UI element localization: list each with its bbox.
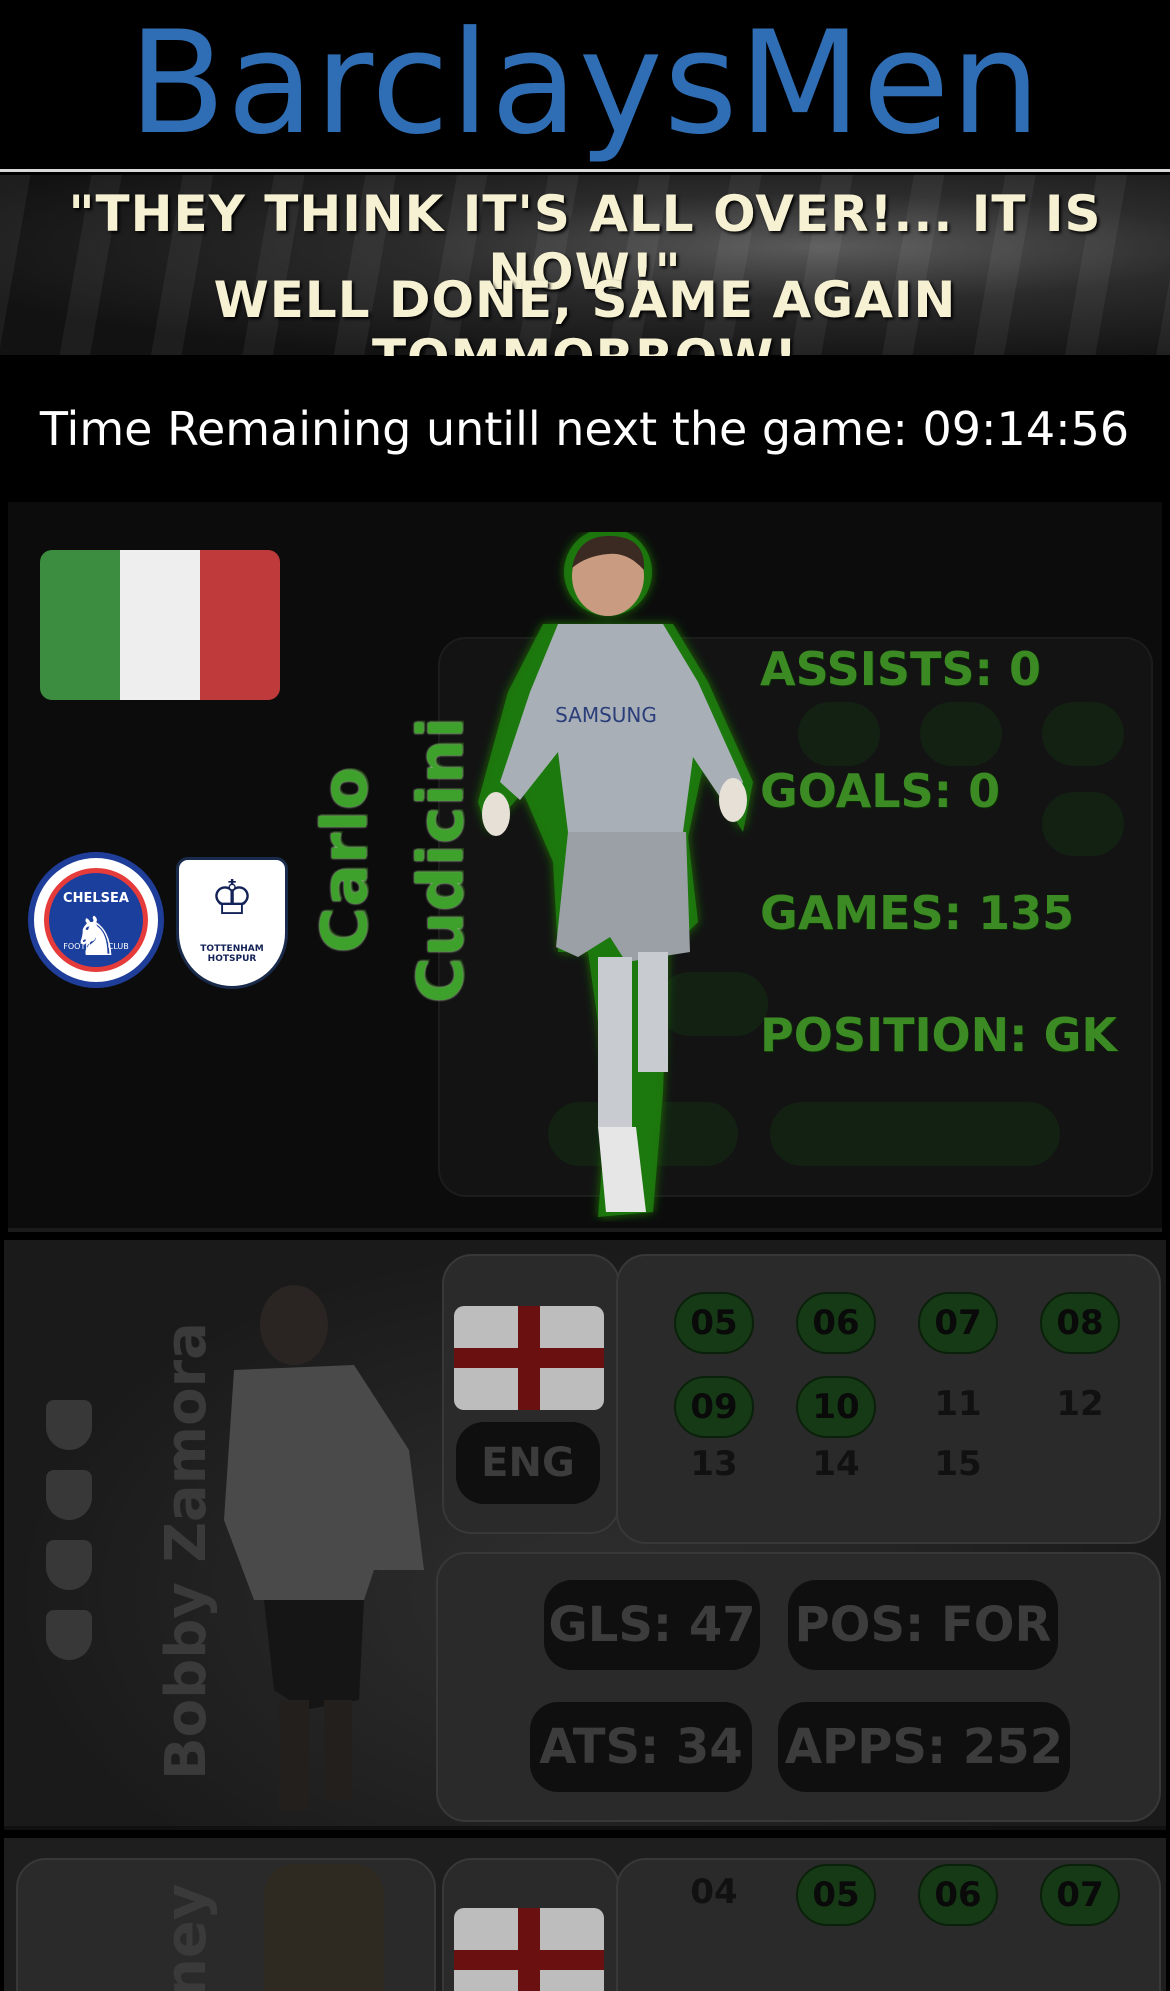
chelsea-crest-subtext: FOOTBALL CLUB [63, 942, 129, 951]
england-flag [454, 1908, 604, 1991]
club-crest-icon [46, 1540, 92, 1590]
chelsea-crest-text: CHELSEA [63, 891, 129, 906]
country-code: ENG [456, 1422, 600, 1504]
season-number: 15 [934, 1444, 982, 1484]
tottenham-crest-text: TOTTENHAM HOTSPUR [200, 944, 264, 964]
season-dot: 06 [796, 1292, 876, 1354]
season-number: 14 [812, 1444, 860, 1484]
season-number: 11 [934, 1384, 982, 1424]
club-crest-icon [46, 1610, 92, 1660]
stat-assists: ATS: 34 [530, 1702, 752, 1792]
player-name: ney [154, 1883, 219, 1991]
italy-flag [40, 550, 280, 700]
season-number: 13 [690, 1444, 738, 1484]
club-crest-icon [46, 1400, 92, 1450]
svg-text:SAMSUNG: SAMSUNG [555, 703, 657, 727]
countdown-box: Time Remaining untill next the game: 09:… [10, 356, 1159, 502]
chelsea-crest-icon: CHELSEA ♞ FOOTBALL CLUB [28, 852, 164, 988]
season-dot: 08 [1040, 1292, 1120, 1354]
stat-apps: APPS: 252 [778, 1702, 1070, 1792]
tottenham-crest-icon: ♔ TOTTENHAM HOTSPUR [176, 857, 288, 989]
site-header: BarclaysMen [0, 0, 1170, 172]
ghost-dot [920, 702, 1002, 766]
player-photo [224, 1285, 424, 1810]
countdown-text: Time Remaining untill next the game: 09:… [39, 402, 1130, 456]
stat-games: Games: 135 [760, 886, 1075, 940]
club-crest-icon [46, 1470, 92, 1520]
ghost-dot [1042, 792, 1124, 856]
result-banner: "They think it's all over!... It is now!… [0, 175, 1170, 387]
ghost-dot [770, 1102, 1060, 1166]
player-card[interactable]: ney 04 05 06 07 [4, 1838, 1166, 1991]
season-dot: 05 [674, 1292, 754, 1354]
ghost-dot [1042, 702, 1124, 766]
lion-icon: ♞ [71, 905, 121, 968]
cockerel-icon: ♔ [210, 870, 254, 926]
season-dot: 09 [674, 1376, 754, 1438]
stat-position: Position: GK [760, 1008, 1117, 1062]
brand-title[interactable]: BarclaysMen [0, 4, 1170, 164]
player-card[interactable]: Bobby Zamora ENG 05 06 07 08 09 10 11 12… [4, 1240, 1166, 1830]
ghost-dot [798, 702, 880, 766]
stat-goals: Goals: 0 [760, 764, 1001, 818]
stat-position: POS: FOR [788, 1580, 1058, 1670]
season-dot: 05 [796, 1864, 876, 1926]
featured-player-card: CHELSEA ♞ FOOTBALL CLUB ♔ TOTTENHAM HOTS… [8, 502, 1162, 1232]
season-number: 04 [690, 1872, 738, 1912]
season-dot: 10 [796, 1376, 876, 1438]
season-dot: 07 [918, 1292, 998, 1354]
england-flag [454, 1306, 604, 1410]
season-number: 12 [1056, 1384, 1104, 1424]
trophy-icon [264, 1864, 384, 1991]
player-photo: SAMSUNG [478, 532, 753, 1217]
season-dot: 06 [918, 1864, 998, 1926]
stat-assists: Assists: 0 [760, 642, 1041, 696]
season-dot: 07 [1040, 1864, 1120, 1926]
stat-goals: GLS: 47 [544, 1580, 760, 1670]
player-first-name: Carlo [308, 766, 381, 954]
